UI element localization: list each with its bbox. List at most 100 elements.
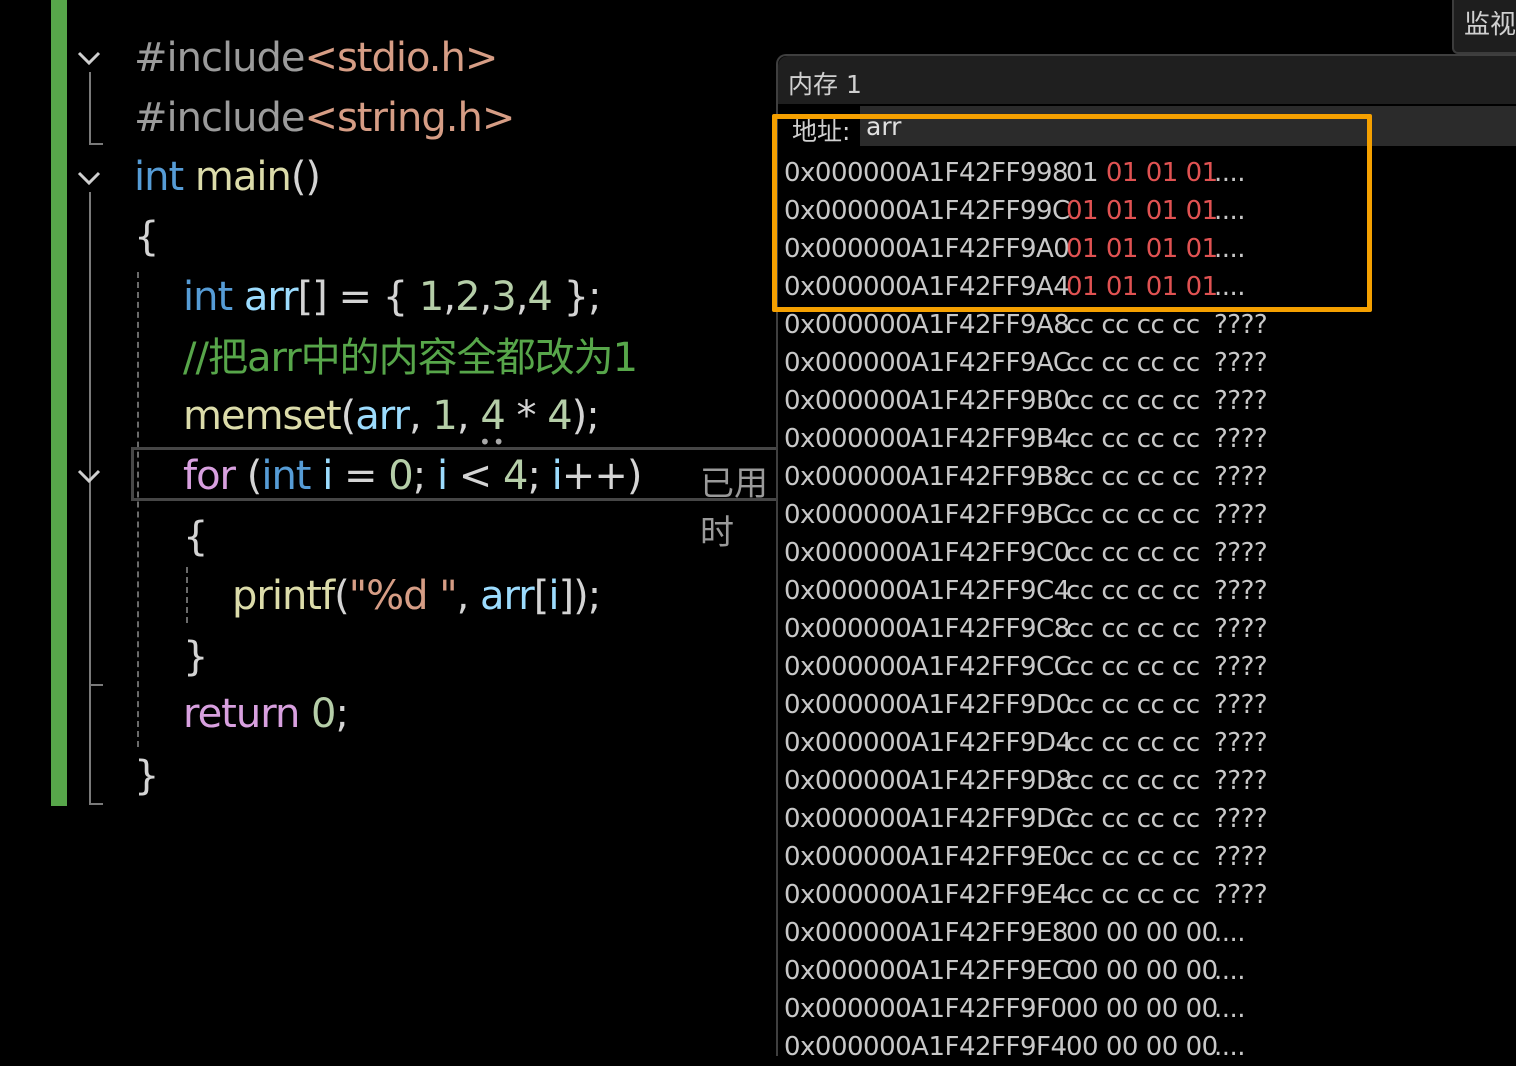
memory-row[interactable]: 0x000000A1F42FF9B4cc cc cc cc???? — [784, 420, 1268, 458]
memory-byte[interactable]: cc — [1066, 386, 1094, 416]
code-line[interactable]: int main() — [134, 147, 321, 207]
memory-byte[interactable]: cc — [1066, 538, 1094, 568]
memory-byte[interactable]: cc — [1066, 690, 1094, 720]
memory-byte[interactable]: cc — [1137, 538, 1165, 568]
memory-row[interactable]: 0x000000A1F42FF9ACcc cc cc cc???? — [784, 344, 1268, 382]
memory-byte[interactable]: cc — [1137, 880, 1165, 910]
code-line[interactable]: printf("%d ", arr[i]); — [232, 566, 601, 626]
memory-byte[interactable]: cc — [1172, 386, 1200, 416]
code-line[interactable]: { — [183, 507, 208, 567]
memory-byte[interactable]: cc — [1137, 348, 1165, 378]
memory-byte[interactable]: cc — [1066, 804, 1094, 834]
memory-row[interactable]: 0x000000A1F42FF9DCcc cc cc cc???? — [784, 800, 1268, 838]
memory-byte[interactable]: cc — [1172, 652, 1200, 682]
code-line[interactable]: #include<string.h> — [134, 88, 515, 148]
watch-tab[interactable]: 监视 — [1452, 0, 1516, 54]
memory-byte[interactable]: 00 — [1186, 994, 1219, 1024]
memory-byte[interactable]: cc — [1137, 804, 1165, 834]
memory-byte[interactable]: 00 — [1106, 1032, 1139, 1062]
memory-byte[interactable]: cc — [1172, 766, 1200, 796]
code-editor[interactable]: #include<stdio.h> #include<string.h> int m… — [0, 0, 791, 1042]
memory-byte[interactable]: cc — [1137, 386, 1165, 416]
memory-byte[interactable]: 00 — [1066, 918, 1099, 948]
memory-byte[interactable]: cc — [1101, 690, 1129, 720]
memory-byte[interactable]: cc — [1137, 310, 1165, 340]
memory-row[interactable]: 0x000000A1F42FF9E4cc cc cc cc???? — [784, 876, 1268, 914]
memory-row[interactable]: 0x000000A1F42FF9E0cc cc cc cc???? — [784, 838, 1268, 876]
memory-row[interactable]: 0x000000A1F42FF9C0cc cc cc cc???? — [784, 534, 1268, 572]
memory-byte[interactable]: cc — [1137, 690, 1165, 720]
memory-byte[interactable]: cc — [1172, 614, 1200, 644]
memory-byte[interactable]: cc — [1066, 880, 1094, 910]
memory-row[interactable]: 0x000000A1F42FF9BCcc cc cc cc???? — [784, 496, 1268, 534]
code-line[interactable]: for (int i = 0; i < 4; i++) — [183, 446, 642, 506]
memory-byte[interactable]: cc — [1066, 842, 1094, 872]
memory-row[interactable]: 0x000000A1F42FF9D0cc cc cc cc???? — [784, 686, 1268, 724]
memory-byte[interactable]: 00 — [1106, 956, 1139, 986]
memory-byte[interactable]: cc — [1172, 842, 1200, 872]
memory-row[interactable]: 0x000000A1F42FF9C8cc cc cc cc???? — [784, 610, 1268, 648]
memory-byte[interactable]: cc — [1066, 652, 1094, 682]
memory-byte[interactable]: 00 — [1066, 1032, 1099, 1062]
memory-byte[interactable]: cc — [1172, 310, 1200, 340]
memory-byte[interactable]: cc — [1101, 728, 1129, 758]
memory-byte[interactable]: cc — [1172, 728, 1200, 758]
memory-byte[interactable]: cc — [1066, 310, 1094, 340]
memory-byte[interactable]: cc — [1137, 500, 1165, 530]
memory-row[interactable]: 0x000000A1F42FF9EC00 00 00 00.... — [784, 952, 1267, 990]
memory-byte[interactable]: cc — [1066, 614, 1094, 644]
memory-byte[interactable]: cc — [1137, 842, 1165, 872]
memory-byte[interactable]: 00 — [1106, 994, 1139, 1024]
memory-byte[interactable]: cc — [1066, 728, 1094, 758]
memory-byte[interactable]: cc — [1066, 348, 1094, 378]
memory-row[interactable]: 0x000000A1F42FF9CCcc cc cc cc???? — [784, 648, 1268, 686]
memory-byte[interactable]: cc — [1172, 462, 1200, 492]
code-line[interactable]: { — [134, 207, 159, 267]
memory-byte[interactable]: cc — [1172, 348, 1200, 378]
memory-byte[interactable]: cc — [1101, 424, 1129, 454]
memory-byte[interactable]: cc — [1137, 766, 1165, 796]
code-line[interactable]: int arr[] = { 1,2,3,4 }; — [183, 267, 602, 327]
memory-byte[interactable]: cc — [1137, 652, 1165, 682]
memory-byte[interactable]: 00 — [1146, 956, 1179, 986]
memory-row[interactable]: 0x000000A1F42FF9F000 00 00 00.... — [784, 990, 1267, 1028]
code-line[interactable]: return 0; — [183, 684, 349, 744]
memory-byte[interactable]: cc — [1066, 424, 1094, 454]
memory-row[interactable]: 0x000000A1F42FF9B8cc cc cc cc???? — [784, 458, 1268, 496]
code-line[interactable]: //把arr中的内容全都改为1 — [183, 328, 638, 388]
memory-byte[interactable]: cc — [1101, 500, 1129, 530]
memory-byte[interactable]: 00 — [1146, 1032, 1179, 1062]
memory-byte[interactable]: cc — [1066, 766, 1094, 796]
code-line[interactable]: memset(arr, 1, 4 * 4); — [183, 386, 600, 446]
memory-byte[interactable]: cc — [1137, 576, 1165, 606]
code-line[interactable]: } — [134, 746, 159, 806]
memory-byte[interactable]: cc — [1101, 842, 1129, 872]
memory-byte[interactable]: cc — [1172, 804, 1200, 834]
memory-row[interactable]: 0x000000A1F42FF9B0cc cc cc cc???? — [784, 382, 1268, 420]
memory-byte[interactable]: cc — [1137, 424, 1165, 454]
memory-byte[interactable]: cc — [1066, 462, 1094, 492]
memory-byte[interactable]: cc — [1101, 538, 1129, 568]
memory-byte[interactable]: cc — [1172, 538, 1200, 568]
memory-byte[interactable]: cc — [1137, 462, 1165, 492]
memory-row[interactable]: 0x000000A1F42FF9D8cc cc cc cc???? — [784, 762, 1268, 800]
memory-byte[interactable]: 00 — [1146, 994, 1179, 1024]
code-line[interactable]: #include<stdio.h> — [134, 28, 498, 88]
memory-byte[interactable]: cc — [1101, 804, 1129, 834]
memory-byte[interactable]: cc — [1101, 348, 1129, 378]
memory-byte[interactable]: cc — [1172, 576, 1200, 606]
memory-byte[interactable]: cc — [1101, 766, 1129, 796]
memory-row[interactable]: 0x000000A1F42FF9F400 00 00 00.... — [784, 1028, 1267, 1066]
memory-byte[interactable]: 00 — [1066, 956, 1099, 986]
memory-byte[interactable]: cc — [1101, 310, 1129, 340]
memory-byte[interactable]: 00 — [1186, 956, 1219, 986]
memory-byte[interactable]: cc — [1101, 880, 1129, 910]
memory-byte[interactable]: 00 — [1146, 918, 1179, 948]
memory-byte[interactable]: 00 — [1186, 1032, 1219, 1062]
memory-byte[interactable]: cc — [1066, 500, 1094, 530]
memory-byte[interactable]: 00 — [1186, 918, 1219, 948]
code-line[interactable]: } — [183, 627, 208, 687]
fold-chevron-icon[interactable] — [75, 44, 103, 72]
memory-byte[interactable]: cc — [1101, 386, 1129, 416]
memory-byte[interactable]: cc — [1101, 576, 1129, 606]
